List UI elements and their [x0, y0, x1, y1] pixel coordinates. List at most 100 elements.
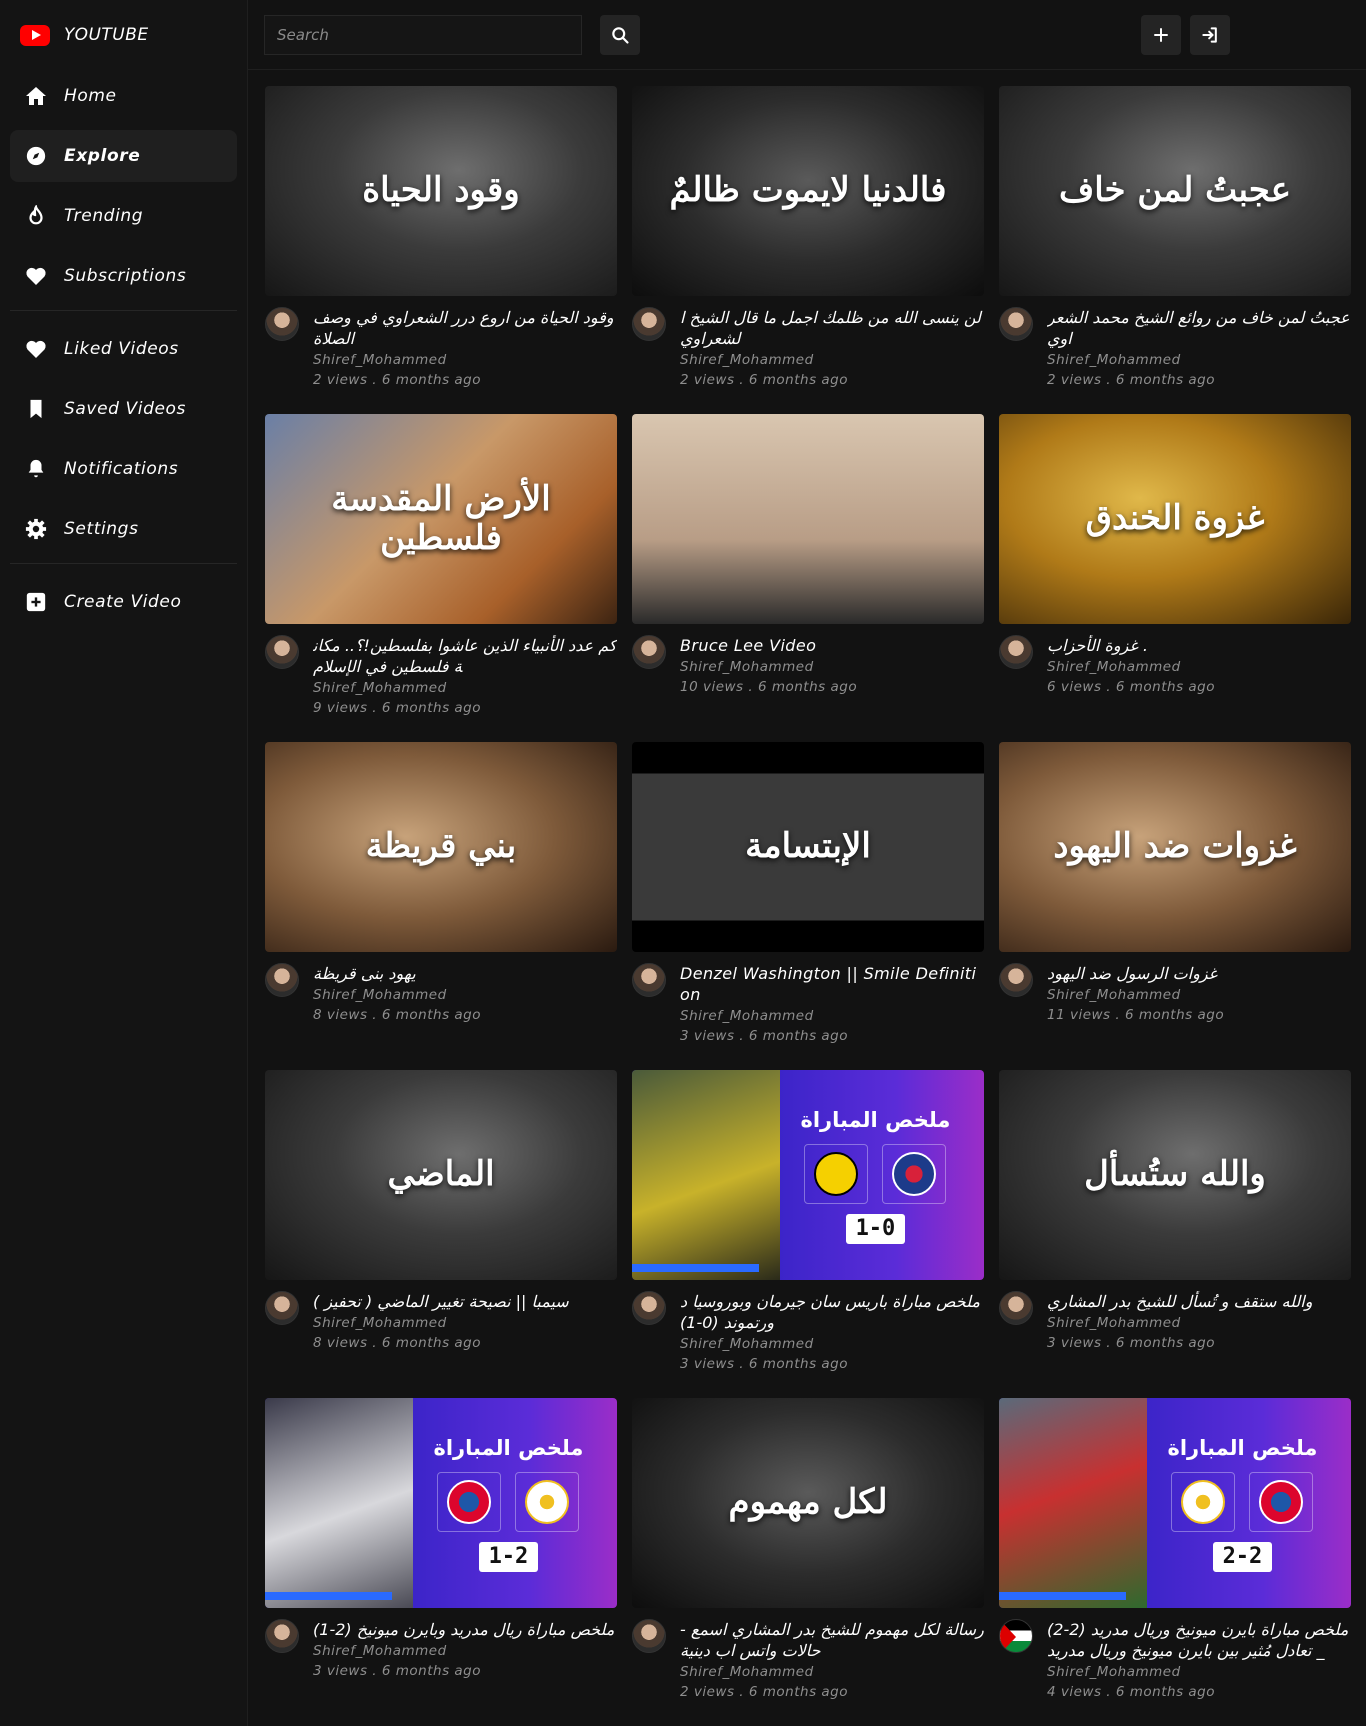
video-title[interactable]: وقود الحياة من اروع درر الشعراوي في وصف …: [313, 307, 617, 349]
video-stats: 3 views . 6 months ago: [313, 1663, 481, 1679]
sidebar-item-explore[interactable]: Explore: [10, 130, 237, 182]
channel-avatar[interactable]: [265, 963, 299, 997]
video-thumbnail[interactable]: الماضي: [265, 1070, 617, 1280]
sidebar-item-trending[interactable]: Trending: [10, 190, 237, 242]
channel-name[interactable]: Shiref_Mohammed: [313, 350, 617, 370]
video-thumbnail[interactable]: ملخص المباراة 2-2: [999, 1398, 1351, 1608]
thumbnail-caption: الماضي: [387, 1154, 495, 1195]
channel-avatar[interactable]: [632, 1619, 666, 1653]
channel-avatar[interactable]: [999, 1291, 1033, 1325]
video-title[interactable]: غزوة الأحزاب .: [1047, 635, 1351, 656]
video-title[interactable]: Denzel Washington || Smile Definition: [680, 963, 984, 1005]
video-info: ملخص مباراة بايرن ميونيخ وريال مدريد (2-…: [1047, 1619, 1351, 1702]
video-info: Bruce Lee Video Shiref_Mohammed 10 views .…: [680, 635, 984, 697]
sidebar-item-label: Saved Videos: [64, 399, 186, 419]
video-thumbnail[interactable]: عجبتُ لمن خاف: [999, 86, 1351, 296]
match-summary-heading: ملخص المباراة: [1167, 1436, 1318, 1460]
video-card[interactable]: Bruce Lee Video Shiref_Mohammed 10 views .…: [632, 414, 984, 742]
video-title[interactable]: يهود بنى قريظة: [313, 963, 617, 984]
video-thumbnail[interactable]: والله ستُسأل: [999, 1070, 1351, 1280]
bvb-crest-icon: [814, 1152, 859, 1196]
channel-name[interactable]: Shiref_Mohammed: [1047, 1313, 1351, 1333]
video-title[interactable]: عجبتُ لمن خاف من روائع الشيخ محمد الشعرا…: [1047, 307, 1351, 349]
channel-avatar[interactable]: [999, 635, 1033, 669]
channel-name[interactable]: Shiref_Mohammed: [1047, 350, 1351, 370]
sidebar-item-notifications[interactable]: Notifications: [10, 443, 237, 495]
sidebar-item-subscriptions[interactable]: Subscriptions: [10, 250, 237, 302]
channel-avatar[interactable]: [999, 963, 1033, 997]
video-title[interactable]: ملخص مباراة ريال مدريد وبايرن ميونيخ (2-…: [313, 1619, 617, 1640]
video-card[interactable]: غزوات ضد اليهود غزوات الرسول ضد اليهود Shi…: [999, 742, 1351, 1070]
video-card[interactable]: ملخص المباراة 2-2 ملخص مباراة بايرن ميونيخ…: [999, 1398, 1351, 1726]
video-title[interactable]: ملخص مباراة باريس سان جيرمان وبوروسيا دو…: [680, 1291, 984, 1333]
video-title[interactable]: غزوات الرسول ضد اليهود: [1047, 963, 1351, 984]
video-thumbnail[interactable]: الأرض المقدسة فلسطين: [265, 414, 617, 624]
channel-avatar[interactable]: [632, 1291, 666, 1325]
search-input[interactable]: [264, 15, 582, 55]
video-title[interactable]: رسالة لكل مهموم للشيخ بدر المشاري اسمع -…: [680, 1619, 984, 1661]
channel-name[interactable]: Shiref_Mohammed: [680, 350, 984, 370]
channel-name[interactable]: Shiref_Mohammed: [313, 1641, 617, 1661]
video-title[interactable]: والله ستقف و تُسأل للشيخ بدر المشاري: [1047, 1291, 1351, 1312]
video-card[interactable]: الماضي سيمبا || نصيحة تغيير الماضي ( تحفي…: [265, 1070, 617, 1398]
video-thumbnail[interactable]: بني قريظة: [265, 742, 617, 952]
channel-name[interactable]: Shiref_Mohammed: [680, 657, 984, 677]
brand[interactable]: YOUTUBE: [0, 0, 247, 70]
video-card[interactable]: بني قريظة يهود بنى قريظة Shiref_Mohammed 8 …: [265, 742, 617, 1070]
channel-avatar[interactable]: [265, 1619, 299, 1653]
video-thumbnail[interactable]: وقود الحياة: [265, 86, 617, 296]
video-card[interactable]: ملخص المباراة 1-0 ملخص مباراة باريس سان جي…: [632, 1070, 984, 1398]
video-card[interactable]: الأرض المقدسة فلسطين كم عدد الأنبياء الذي…: [265, 414, 617, 742]
video-card[interactable]: لكل مهموم رسالة لكل مهموم للشيخ بدر المشا…: [632, 1398, 984, 1726]
sidebar-item-home[interactable]: Home: [10, 70, 237, 122]
channel-name[interactable]: Shiref_Mohammed: [1047, 1662, 1351, 1682]
channel-avatar[interactable]: [265, 635, 299, 669]
video-title[interactable]: ملخص مباراة بايرن ميونيخ وريال مدريد (2-…: [1047, 1619, 1351, 1661]
video-thumbnail[interactable]: الإبتسامة: [632, 742, 984, 952]
video-title[interactable]: سيمبا || نصيحة تغيير الماضي ( تحفيز ): [313, 1291, 617, 1312]
channel-avatar[interactable]: [632, 963, 666, 997]
video-thumbnail[interactable]: لكل مهموم: [632, 1398, 984, 1608]
search-button[interactable]: [600, 15, 640, 55]
upload-button[interactable]: [1141, 15, 1181, 55]
channel-name[interactable]: Shiref_Mohammed: [313, 678, 617, 698]
video-card[interactable]: غزوة الخندق غزوة الأحزاب . Shiref_Mohammed…: [999, 414, 1351, 742]
channel-name[interactable]: Shiref_Mohammed: [1047, 657, 1351, 677]
channel-avatar[interactable]: [265, 1291, 299, 1325]
video-title[interactable]: لن ينسى الله من ظلمك اجمل ما قال الشيخ ا…: [680, 307, 984, 349]
sidebar-item-create-video[interactable]: Create Video: [10, 576, 237, 628]
channel-avatar[interactable]: [999, 1619, 1033, 1653]
channel-name[interactable]: Shiref_Mohammed: [680, 1662, 984, 1682]
heart-icon: [24, 337, 48, 361]
video-title[interactable]: Bruce Lee Video: [680, 635, 984, 656]
video-card[interactable]: فالدنيا لايموت ظالمٌ لن ينسى الله من ظلمك…: [632, 86, 984, 414]
video-thumbnail[interactable]: فالدنيا لايموت ظالمٌ: [632, 86, 984, 296]
channel-name[interactable]: Shiref_Mohammed: [1047, 985, 1351, 1005]
channel-name[interactable]: Shiref_Mohammed: [313, 1313, 617, 1333]
video-stats: 9 views . 6 months ago: [313, 700, 481, 716]
channel-avatar[interactable]: [632, 635, 666, 669]
sidebar-item-settings[interactable]: Settings: [10, 503, 237, 555]
video-thumbnail[interactable]: غزوة الخندق: [999, 414, 1351, 624]
video-thumbnail[interactable]: [632, 414, 984, 624]
channel-name[interactable]: Shiref_Mohammed: [680, 1006, 984, 1026]
video-thumbnail[interactable]: غزوات ضد اليهود: [999, 742, 1351, 952]
psg-crest-icon: [892, 1152, 937, 1196]
channel-avatar[interactable]: [632, 307, 666, 341]
video-card[interactable]: والله ستُسأل والله ستقف و تُسأل للشيخ بدر…: [999, 1070, 1351, 1398]
login-button[interactable]: [1190, 15, 1230, 55]
video-card[interactable]: عجبتُ لمن خاف عجبتُ لمن خاف من روائع الشي…: [999, 86, 1351, 414]
video-thumbnail[interactable]: ملخص المباراة 1-2: [265, 1398, 617, 1608]
sidebar-item-liked-videos[interactable]: Liked Videos: [10, 323, 237, 375]
channel-name[interactable]: Shiref_Mohammed: [680, 1334, 984, 1354]
video-card[interactable]: الإبتسامة Denzel Washington || Smile Defi…: [632, 742, 984, 1070]
brand-name: YOUTUBE: [64, 25, 149, 45]
video-thumbnail[interactable]: ملخص المباراة 1-0: [632, 1070, 984, 1280]
channel-name[interactable]: Shiref_Mohammed: [313, 985, 617, 1005]
sidebar-item-saved-videos[interactable]: Saved Videos: [10, 383, 237, 435]
channel-avatar[interactable]: [265, 307, 299, 341]
video-card[interactable]: وقود الحياة وقود الحياة من اروع درر الشعر…: [265, 86, 617, 414]
channel-avatar[interactable]: [999, 307, 1033, 341]
video-card[interactable]: ملخص المباراة 1-2 ملخص مباراة ريال مدريد و…: [265, 1398, 617, 1726]
video-title[interactable]: كم عدد الأنبياء الذين عاشوا بفلسطين!؟.. …: [313, 635, 617, 677]
